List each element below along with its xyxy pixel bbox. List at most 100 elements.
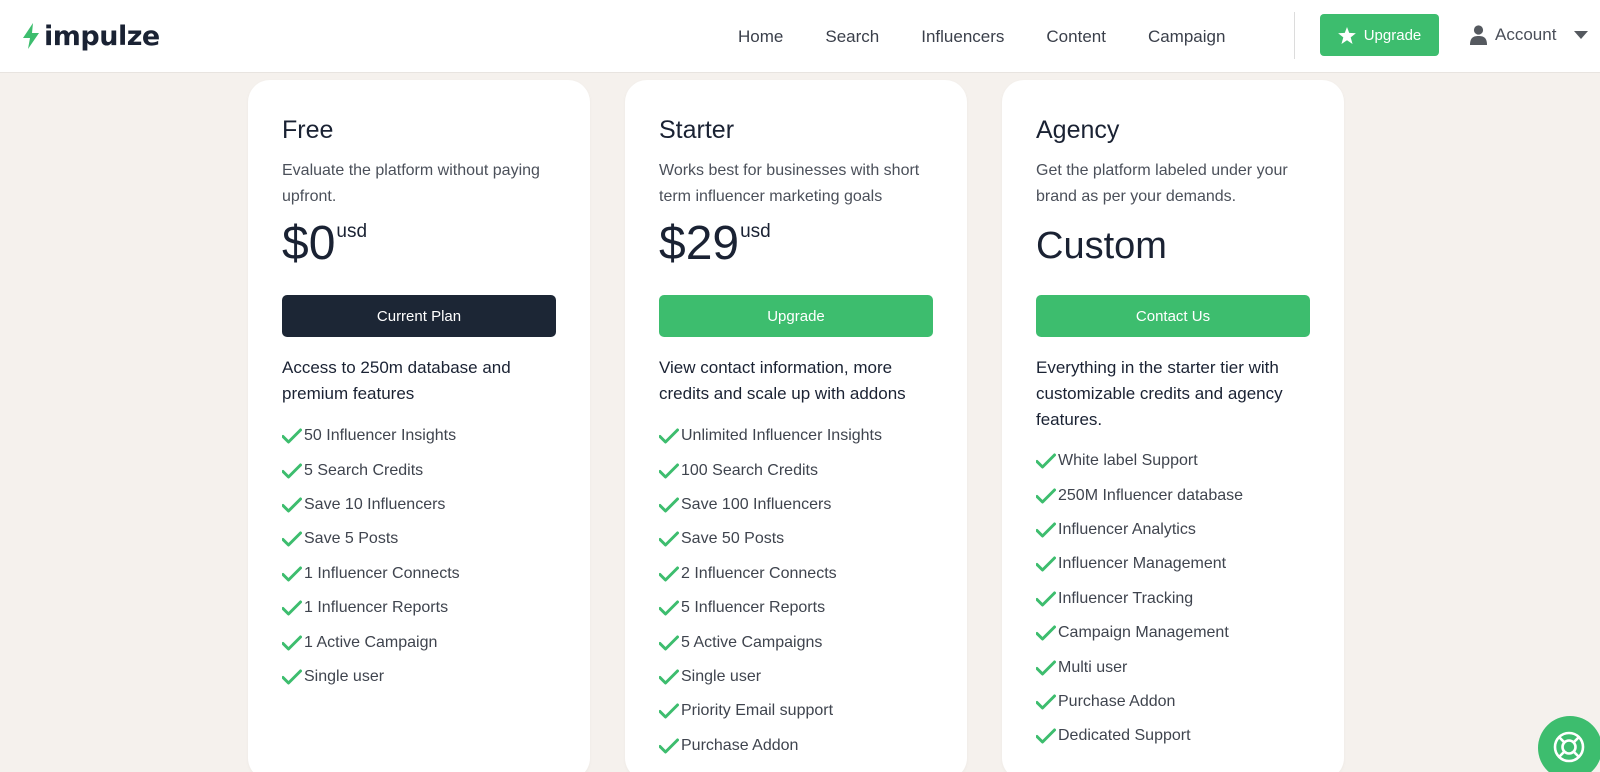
checkmark-icon: [282, 428, 302, 444]
feature-list: Unlimited Influencer Insights 100 Search …: [659, 419, 882, 763]
logo-text: impulze: [44, 20, 160, 52]
feature-item: Purchase Addon: [659, 729, 882, 763]
feature-label: 1 Active Campaign: [304, 633, 438, 651]
checkmark-icon: [282, 531, 302, 547]
feature-item: Influencer Tracking: [1036, 582, 1243, 616]
plan-card-agency: Agency Get the platform labeled under yo…: [1002, 80, 1344, 772]
plan-price: Custom: [1036, 225, 1167, 267]
feature-label: Influencer Analytics: [1058, 520, 1196, 538]
price-currency: usd: [336, 221, 368, 242]
feature-label: 5 Influencer Reports: [681, 599, 826, 617]
plan-description: Evaluate the platform without paying upf…: [282, 162, 540, 205]
checkmark-icon: [659, 600, 679, 616]
nav-campaign[interactable]: Campaign: [1148, 27, 1226, 47]
feature-label: 5 Search Credits: [304, 461, 424, 479]
feature-list: 50 Influencer Insights 5 Search Credits Sa…: [282, 419, 460, 694]
plan-description: Works best for businesses with short ter…: [659, 162, 920, 205]
checkmark-icon: [1036, 728, 1056, 744]
impulze-logo[interactable]: impulze: [22, 20, 160, 52]
feature-item: 1 Influencer Reports: [282, 591, 460, 625]
current-plan-button[interactable]: Current Plan: [282, 295, 556, 337]
feature-label: Multi user: [1058, 658, 1128, 676]
feature-item: White label Support: [1036, 444, 1243, 478]
help-button[interactable]: [1538, 716, 1600, 772]
feature-item: 1 Influencer Connects: [282, 557, 460, 591]
plan-summary: Access to 250m database and premium feat…: [282, 358, 511, 403]
price-currency: usd: [740, 221, 771, 242]
plan-card-starter: Starter Works best for businesses with s…: [625, 80, 967, 772]
feature-item: Dedicated Support: [1036, 719, 1243, 753]
feature-item: Purchase Addon: [1036, 685, 1243, 719]
plan-name: Starter: [659, 116, 735, 144]
feature-label: 100 Search Credits: [681, 461, 818, 479]
feature-item: 5 Active Campaigns: [659, 625, 882, 659]
plan-card-free: Free Evaluate the platform without payin…: [248, 80, 590, 772]
feature-label: White label Support: [1058, 452, 1198, 470]
feature-label: Purchase Addon: [1058, 692, 1176, 710]
checkmark-icon: [659, 669, 679, 685]
feature-item: Save 10 Influencers: [282, 488, 460, 522]
checkmark-icon: [659, 463, 679, 479]
nav-home[interactable]: Home: [738, 27, 783, 47]
plan-price: $29usd: [659, 220, 771, 268]
checkmark-icon: [282, 566, 302, 582]
checkmark-icon: [282, 497, 302, 513]
feature-label: Influencer Tracking: [1058, 589, 1194, 607]
feature-item: Single user: [659, 660, 882, 694]
feature-label: Influencer Management: [1058, 555, 1227, 573]
feature-label: Campaign Management: [1058, 624, 1229, 642]
feature-item: Priority Email support: [659, 694, 882, 728]
account-label: Account: [1495, 25, 1557, 44]
feature-item: Influencer Analytics: [1036, 513, 1243, 547]
feature-item: Save 100 Influencers: [659, 488, 882, 522]
feature-label: Priority Email support: [681, 702, 834, 720]
feature-label: 50 Influencer Insights: [304, 427, 457, 445]
nav-search[interactable]: Search: [825, 27, 879, 47]
checkmark-icon: [1036, 522, 1056, 538]
checkmark-icon: [659, 497, 679, 513]
feature-label: Save 50 Posts: [681, 530, 785, 548]
feature-label: Save 5 Posts: [304, 530, 399, 548]
feature-label: 1 Influencer Connects: [304, 564, 460, 582]
checkmark-icon: [659, 428, 679, 444]
checkmark-icon: [659, 703, 679, 719]
upgrade-header-button[interactable]: Upgrade: [1320, 14, 1439, 56]
main-nav: Home Search Influencers Content Campaign: [738, 0, 1225, 73]
feature-item: Unlimited Influencer Insights: [659, 419, 882, 453]
plan-name: Agency: [1036, 116, 1120, 144]
checkmark-icon: [659, 635, 679, 651]
feature-label: Dedicated Support: [1058, 727, 1191, 745]
checkmark-icon: [282, 600, 302, 616]
feature-label: Save 10 Influencers: [304, 495, 446, 513]
feature-item: 50 Influencer Insights: [282, 419, 460, 453]
checkmark-icon: [282, 463, 302, 479]
checkmark-icon: [659, 738, 679, 754]
checkmark-icon: [1036, 488, 1056, 504]
feature-label: Single user: [681, 667, 762, 685]
feature-label: 1 Influencer Reports: [304, 599, 449, 617]
checkmark-icon: [1036, 625, 1056, 641]
checkmark-icon: [659, 531, 679, 547]
price-amount: $29: [659, 217, 740, 270]
feature-item: 2 Influencer Connects: [659, 557, 882, 591]
feature-item: Campaign Management: [1036, 616, 1243, 650]
account-menu[interactable]: Account: [1470, 22, 1589, 48]
checkmark-icon: [282, 669, 302, 685]
feature-item: Single user: [282, 660, 460, 694]
nav-content[interactable]: Content: [1046, 27, 1106, 47]
price-amount: $0: [282, 217, 336, 270]
plan-summary: View contact information, more credits a…: [659, 358, 906, 403]
feature-label: Unlimited Influencer Insights: [681, 427, 882, 445]
feature-label: 2 Influencer Connects: [681, 564, 837, 582]
lightning-bolt-icon: [23, 23, 39, 49]
contact-us-button[interactable]: Contact Us: [1036, 295, 1310, 337]
feature-item: Save 5 Posts: [282, 522, 460, 556]
nav-influencers[interactable]: Influencers: [921, 27, 1004, 47]
feature-label: 5 Active Campaigns: [681, 633, 823, 651]
star-icon: [1337, 26, 1356, 44]
upgrade-button[interactable]: Upgrade: [659, 295, 933, 337]
feature-label: 250M Influencer database: [1058, 486, 1244, 504]
checkmark-icon: [1036, 556, 1056, 572]
user-icon: [1470, 25, 1487, 45]
feature-item: 1 Active Campaign: [282, 625, 460, 659]
